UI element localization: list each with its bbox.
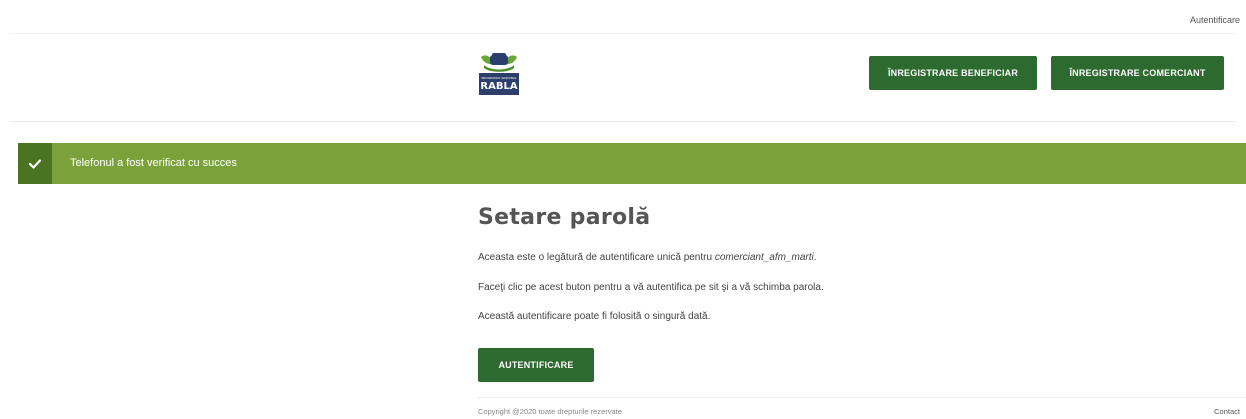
- main-content: Setare parolă Aceasta este o legătură de…: [478, 205, 1208, 322]
- username: comerciant_afm_marti: [714, 252, 814, 263]
- copyright-text: Copyright @2020 toate drepturile rezerva…: [478, 407, 622, 416]
- info-paragraph-suffix: .: [813, 252, 817, 263]
- logo-title-text: RABLA: [480, 81, 517, 92]
- login-link[interactable]: Autentificare: [1190, 15, 1240, 25]
- info-paragraph-prefix: Aceasta este o legătură de autentificare…: [478, 252, 715, 263]
- check-icon: [29, 158, 41, 169]
- success-alert: Telefonul a fost verificat cu succes: [18, 143, 1246, 184]
- info-paragraph-link: Aceasta este o legătură de autentificare…: [478, 252, 817, 263]
- instruction-paragraph: Faceţi clic pe acest buton pentru a vă a…: [478, 282, 824, 293]
- rabla-logo[interactable]: PROGRAMUL NAȚIONAL RABLA: [478, 51, 520, 96]
- top-bar: Autentificare: [0, 0, 1246, 34]
- one-time-note: Această autentificare poate fi folosită …: [478, 311, 711, 322]
- register-merchant-button[interactable]: ÎNREGISTRARE COMERCIANT: [1051, 56, 1224, 90]
- register-beneficiary-button[interactable]: ÎNREGISTRARE BENEFICIAR: [869, 56, 1037, 90]
- header-divider: [10, 121, 1236, 122]
- contact-link[interactable]: Contact: [1214, 407, 1240, 416]
- footer-divider: [478, 397, 1246, 398]
- page-title: Setare parolă: [478, 205, 651, 230]
- login-button[interactable]: AUTENTIFICARE: [478, 348, 594, 382]
- alert-icon-container: [18, 143, 52, 184]
- logo-subtitle-text: PROGRAMUL NAȚIONAL: [481, 76, 516, 80]
- alert-message: Telefonul a fost verificat cu succes: [70, 157, 237, 169]
